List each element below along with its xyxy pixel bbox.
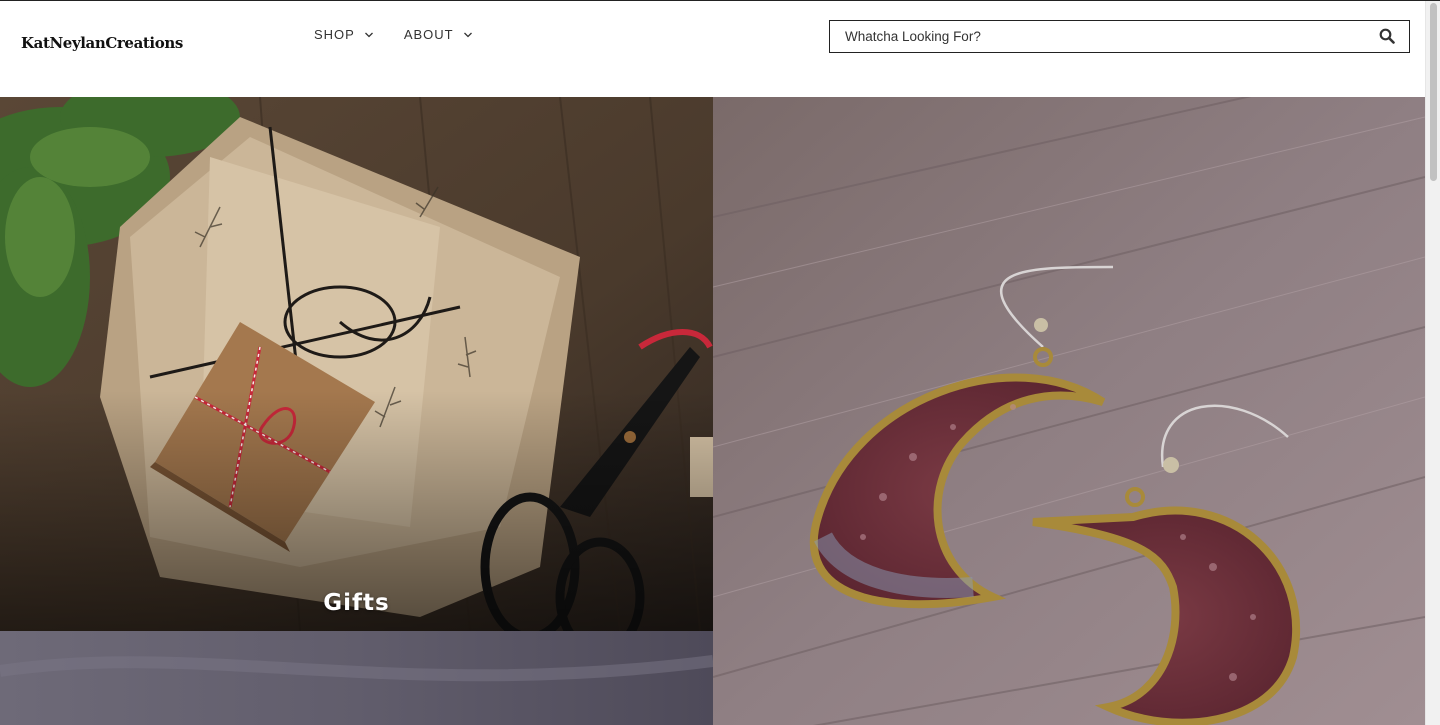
page: KatNeylanCreations SHOP ABOUT Whatcha Lo…	[0, 0, 1440, 725]
category-tile-gifts[interactable]: Gifts	[0, 97, 713, 631]
nav-shop[interactable]: SHOP	[314, 27, 374, 42]
tile-label-gifts: Gifts	[323, 590, 390, 616]
chevron-down-icon	[463, 32, 472, 37]
nav-shop-label: SHOP	[314, 27, 355, 42]
scrollbar-thumb[interactable]	[1430, 3, 1437, 181]
nav-about-label: ABOUT	[403, 27, 454, 42]
search-icon[interactable]	[1379, 28, 1395, 44]
bottom-tile-image	[0, 631, 713, 725]
chevron-down-icon	[364, 32, 373, 37]
page-scrollbar[interactable]	[1425, 1, 1440, 725]
nav-about[interactable]: ABOUT	[404, 27, 473, 42]
category-tile-earrings[interactable]	[713, 97, 1425, 725]
site-header: KatNeylanCreations SHOP ABOUT	[0, 1, 1425, 96]
earrings-image	[713, 97, 1425, 725]
category-tile-bottom[interactable]	[0, 631, 713, 725]
gifts-image	[0, 97, 713, 631]
search-bar	[829, 20, 1410, 53]
search-input[interactable]	[830, 21, 1370, 52]
site-logo[interactable]: KatNeylanCreations	[21, 34, 183, 52]
main-nav: SHOP ABOUT	[314, 27, 473, 42]
